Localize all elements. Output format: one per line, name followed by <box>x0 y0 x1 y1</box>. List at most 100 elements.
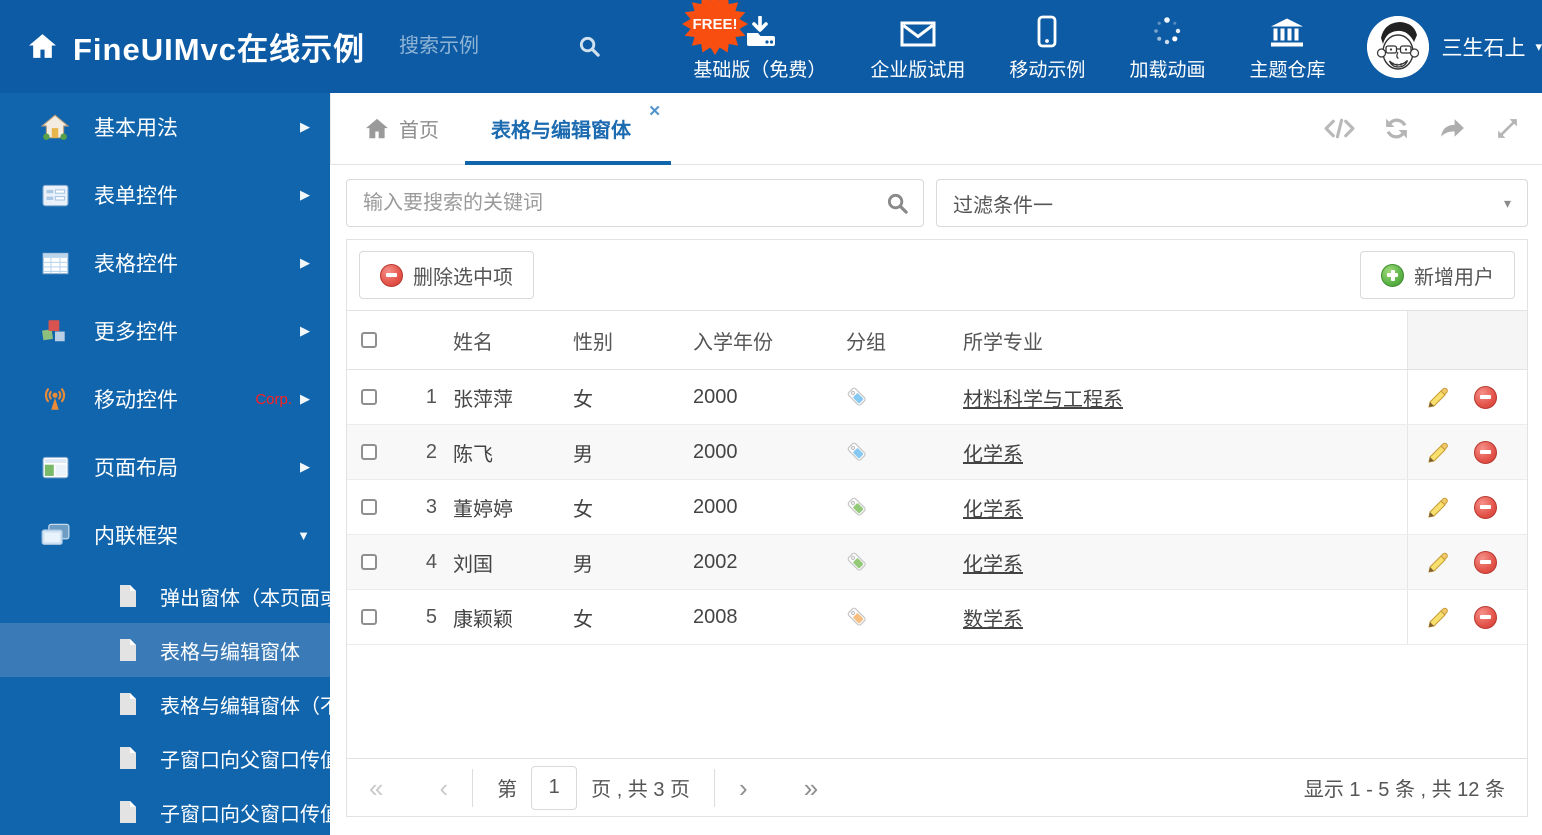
avatar[interactable] <box>1367 15 1430 78</box>
tab-grid-edit-window[interactable]: 表格与编辑窗体 ✕ <box>465 93 671 165</box>
tag-icon <box>847 442 866 461</box>
caret-down-icon: ▼ <box>297 527 310 543</box>
search-icon[interactable] <box>578 35 601 58</box>
sidebar-item[interactable]: 页面布局 ▶ <box>0 433 330 501</box>
delete-row-icon[interactable] <box>1474 385 1497 409</box>
header-nav-item[interactable]: 加载动画 <box>1129 12 1205 82</box>
username-label: 三生石上 <box>1441 36 1526 60</box>
sidebar-item[interactable]: 基本用法 ▶ <box>0 93 330 161</box>
header-nav-item[interactable]: 企业版试用 <box>870 12 965 82</box>
row-checkbox[interactable] <box>361 389 377 405</box>
header-search-input[interactable] <box>397 34 548 59</box>
sidebar-item[interactable]: 表单控件 ▶ <box>0 161 330 229</box>
row-checkbox[interactable] <box>361 499 377 515</box>
grid-panel: 删除选中项 新增用户 姓名 性别 入学年份 分组 所学专业 1 张萍萍 女 20… <box>346 239 1528 817</box>
major-link[interactable]: 材料科学与工程系 <box>963 389 1123 411</box>
cell-year: 2000 <box>693 385 738 408</box>
sidebar-item[interactable]: 移动控件 Corp. ▶ <box>0 365 330 433</box>
sidebar-item[interactable]: 表格控件 ▶ <box>0 229 330 297</box>
col-major[interactable]: 所学专业 <box>947 326 1407 355</box>
cell-year: 2008 <box>693 605 738 628</box>
sidebar-subitem[interactable]: 子窗口向父窗口传值 <box>0 731 330 785</box>
top-header: FineUIMvc在线示例 基础版（免费）企业版试用移动示例加载动画主题仓库 F… <box>0 0 1542 93</box>
col-actions <box>1407 311 1527 369</box>
home-colored-icon <box>40 114 70 140</box>
pagination-bar: « ‹ 第 页 , 共 3 页 › » 显示 1 - 5 条 , 共 12 条 <box>347 758 1527 816</box>
code-icon[interactable] <box>1324 116 1355 141</box>
arrow-right-icon: ▶ <box>300 187 310 202</box>
table-body: 1 张萍萍女 2000 材料科学与工程系 2 陈飞男 2000 化学系 3 董婷婷女 2000 化学系… <box>347 370 1527 645</box>
mobile-icon <box>1037 12 1057 48</box>
filter-selected-value: 过滤条件一 <box>953 194 1053 217</box>
delete-selected-button[interactable]: 删除选中项 <box>359 251 534 299</box>
search-icon[interactable] <box>886 192 909 215</box>
row-checkbox[interactable] <box>361 444 377 460</box>
plus-circle-icon <box>1381 263 1404 287</box>
col-gender[interactable]: 性别 <box>557 326 677 355</box>
first-page-button[interactable]: « <box>369 775 383 801</box>
sidebar-item[interactable]: 内联框架 ▼ <box>0 501 330 569</box>
add-user-button[interactable]: 新增用户 <box>1360 251 1515 299</box>
arrow-right-icon: ▶ <box>300 391 310 406</box>
page-suffix: 页 , 共 3 页 <box>591 779 691 801</box>
home-icon[interactable] <box>28 33 57 60</box>
share-icon[interactable] <box>1438 116 1467 141</box>
header-nav-item[interactable]: 移动示例 <box>1009 12 1085 82</box>
sidebar-subitem[interactable]: 弹出窗体（本页面或... <box>0 569 330 623</box>
sidebar-subitem[interactable]: 表格与编辑窗体（不... <box>0 677 330 731</box>
delete-row-icon[interactable] <box>1474 550 1497 574</box>
form-icon <box>40 184 70 207</box>
major-link[interactable]: 化学系 <box>963 499 1023 521</box>
download-icon <box>743 12 777 48</box>
sidebar-subitem[interactable]: 子窗口向父窗口传值... <box>0 785 330 835</box>
row-checkbox[interactable] <box>361 554 377 570</box>
sidebar-subitem[interactable]: 表格与编辑窗体 <box>0 623 330 677</box>
table-icon <box>40 252 70 275</box>
page-number-input[interactable] <box>531 765 578 810</box>
user-menu[interactable]: 三生石上 ▾ <box>1441 32 1542 62</box>
col-name[interactable]: 姓名 <box>437 326 557 355</box>
cell-name: 张萍萍 <box>453 388 513 411</box>
caret-down-icon: ▾ <box>1535 38 1542 54</box>
next-page-button[interactable]: › <box>739 775 748 801</box>
tag-icon <box>847 552 866 571</box>
major-link[interactable]: 化学系 <box>963 554 1023 576</box>
prev-page-button[interactable]: ‹ <box>439 775 448 801</box>
keyword-search-box <box>346 179 924 227</box>
cell-gender: 女 <box>573 388 593 411</box>
last-page-button[interactable]: » <box>804 775 818 801</box>
col-year[interactable]: 入学年份 <box>677 326 831 355</box>
col-group[interactable]: 分组 <box>831 326 947 355</box>
fullscreen-icon[interactable] <box>1495 116 1520 141</box>
home-gray-icon <box>365 118 389 140</box>
table-row: 4 刘国 男 2002 化学系 <box>347 535 1527 590</box>
major-link[interactable]: 数学系 <box>963 609 1023 631</box>
filter-dropdown[interactable]: 过滤条件一 ▾ <box>936 179 1528 227</box>
major-link[interactable]: 化学系 <box>963 444 1023 466</box>
keyword-input[interactable] <box>361 190 886 216</box>
antenna-icon <box>40 386 70 412</box>
frames-icon <box>40 523 70 548</box>
select-all-checkbox[interactable] <box>361 332 377 348</box>
edit-pencil-icon[interactable] <box>1426 440 1450 464</box>
file-icon <box>118 638 138 662</box>
row-index: 3 <box>425 495 437 518</box>
arrow-right-icon: ▶ <box>300 255 310 270</box>
header-nav: 基础版（免费） 企业版试用 移动示例 加载动画 主题仓库 <box>693 12 1325 82</box>
refresh-icon[interactable] <box>1383 116 1410 141</box>
edit-pencil-icon[interactable] <box>1426 550 1450 574</box>
close-icon[interactable]: ✕ <box>648 102 661 120</box>
row-checkbox[interactable] <box>361 609 377 625</box>
table-header: 姓名 性别 入学年份 分组 所学专业 <box>347 310 1527 370</box>
delete-row-icon[interactable] <box>1474 605 1497 629</box>
delete-row-icon[interactable] <box>1474 440 1497 464</box>
tab-home[interactable]: 首页 <box>339 93 465 164</box>
header-nav-item[interactable]: 主题仓库 <box>1249 12 1325 82</box>
edit-pencil-icon[interactable] <box>1426 605 1450 629</box>
edit-pencil-icon[interactable] <box>1426 495 1450 519</box>
delete-row-icon[interactable] <box>1474 495 1497 519</box>
cell-year: 2000 <box>693 495 738 518</box>
sidebar: 基本用法 ▶ 表单控件 ▶ 表格控件 ▶ 更多控件 ▶ 移动控件 Corp. ▶ 页面布局 ▶ 内联框架 ▼… <box>0 93 330 835</box>
sidebar-item[interactable]: 更多控件 ▶ <box>0 297 330 365</box>
edit-pencil-icon[interactable] <box>1426 385 1450 409</box>
